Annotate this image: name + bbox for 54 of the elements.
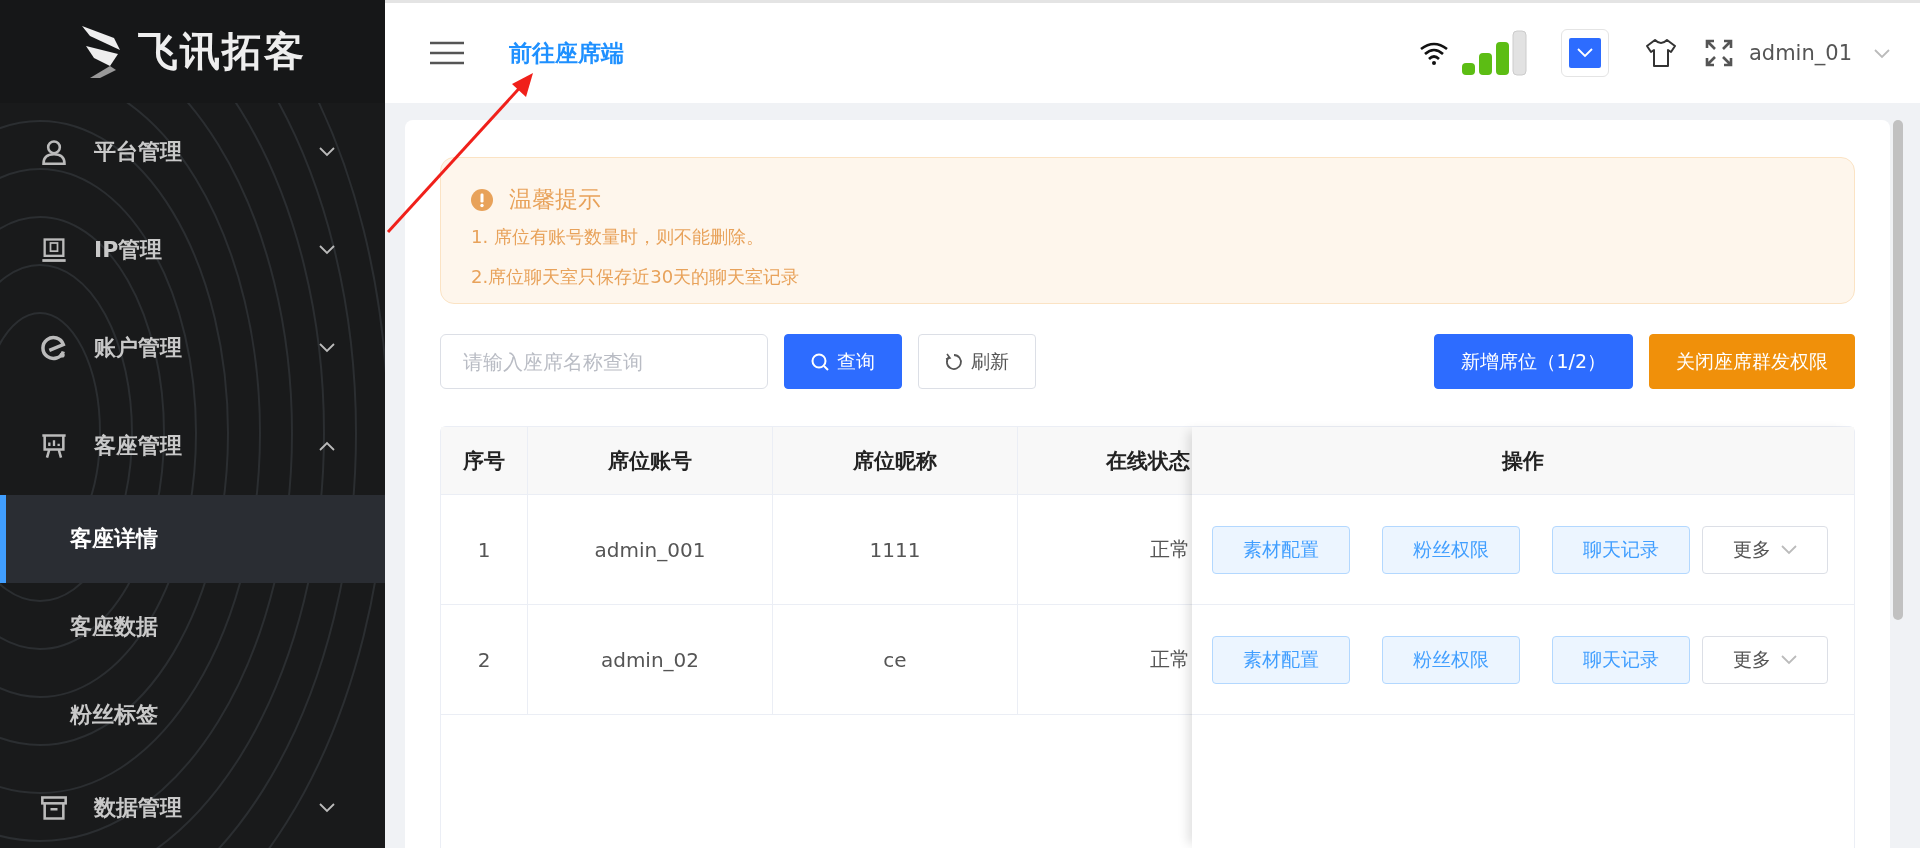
monitor-icon [40, 236, 68, 264]
menu-item[interactable]: 平台管理 [0, 103, 385, 201]
toolbar-button[interactable]: 新增席位（1/2） [1434, 334, 1633, 389]
chevron-icon [1781, 544, 1797, 555]
shirt-icon[interactable] [1644, 38, 1677, 68]
warning-icon [471, 188, 493, 211]
chevron-icon [319, 343, 335, 353]
alert-text: 2.席位聊天室只保存近30天的聊天室记录 [471, 265, 801, 289]
chevron-icon [1781, 654, 1797, 665]
chevron-icon [1874, 48, 1890, 59]
menu-icon[interactable] [430, 41, 464, 65]
table-cell: admin_02 [528, 605, 773, 715]
chevron-icon [319, 441, 335, 451]
more-dropdown[interactable]: 更多 [1702, 635, 1828, 684]
submenu-item[interactable]: 客座详情 [0, 495, 385, 583]
table-cell: ce [773, 605, 1018, 715]
column-header: 席位昵称 [773, 427, 1018, 495]
refresh-icon [945, 352, 963, 371]
chevron-icon [319, 147, 335, 157]
user-icon [40, 138, 68, 166]
table-cell: 1111 [773, 495, 1018, 605]
wifi-icon [1418, 41, 1449, 65]
fullscreen-icon[interactable] [1704, 39, 1733, 67]
search-icon [811, 352, 829, 371]
table-cell: 1 [441, 495, 528, 605]
chevron-icon [319, 803, 335, 813]
table-cell: 2 [441, 605, 528, 715]
archive-icon [40, 794, 68, 822]
chevron-icon [319, 245, 335, 255]
menu-item[interactable]: 数据管理 [0, 759, 385, 848]
menu-item[interactable]: 账户管理 [0, 299, 385, 397]
column-header: 操作 [1192, 427, 1854, 495]
signal-icon [1460, 30, 1527, 76]
chevron-icon [1576, 48, 1593, 58]
user-menu[interactable]: admin_01 [1748, 41, 1852, 65]
column-header: 席位账号 [528, 427, 773, 495]
more-dropdown[interactable]: 更多 [1702, 525, 1828, 574]
submenu-item[interactable]: 客座数据 [0, 583, 385, 671]
search-field[interactable]: 请输入座席名称查询 [440, 334, 768, 389]
scrollbar[interactable] [1892, 120, 1903, 620]
table-cell: admin_001 [528, 495, 773, 605]
alert-title: 温馨提示 [509, 185, 601, 214]
menu-item[interactable]: 客座管理 [0, 397, 385, 495]
menu-item[interactable]: IP管理 [0, 201, 385, 299]
e-circle-icon [40, 334, 68, 362]
toolbar-button[interactable]: 查询 [784, 334, 902, 389]
alert-text: 1. 席位有账号数量时，则不能删除。 [471, 225, 765, 249]
logo-text: 飞讯拓客 [137, 27, 306, 76]
submenu-item[interactable]: 粉丝标签 [0, 671, 385, 759]
toolbar-button[interactable]: 刷新 [918, 334, 1036, 389]
column-header: 在线状态 [1018, 427, 1192, 495]
column-header: 序号 [441, 427, 528, 495]
presentation-icon [40, 432, 68, 460]
theme-picker[interactable] [1560, 29, 1609, 77]
